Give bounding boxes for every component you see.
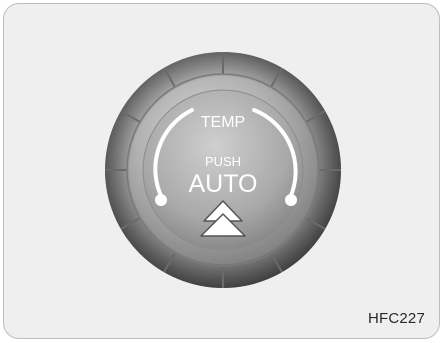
push-label: PUSH — [205, 154, 241, 169]
illustration-frame: TEMP PUSH AUTO HFC227 — [3, 3, 440, 339]
auto-label: AUTO — [189, 170, 258, 198]
auto-temp-knob[interactable]: TEMP PUSH AUTO — [4, 4, 440, 339]
figure-code: HFC227 — [367, 310, 425, 327]
arc-end-dot-left — [155, 194, 167, 206]
arc-end-dot-right — [285, 194, 297, 206]
temp-label: TEMP — [201, 114, 245, 131]
